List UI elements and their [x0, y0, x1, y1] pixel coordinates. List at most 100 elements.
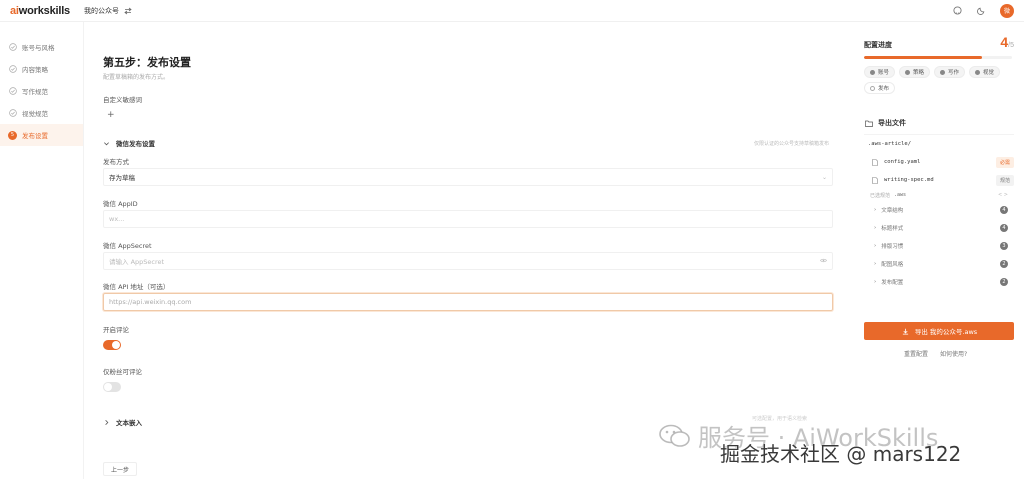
chevron-right-icon: ›	[874, 279, 877, 285]
top-bar: aiworkskills 我的公众号 微	[0, 0, 1024, 22]
tree-file[interactable]: config.yaml 必需	[864, 153, 1014, 171]
tree-root: .aws-article/	[868, 141, 912, 147]
text-embed-section-toggle[interactable]: 文本嵌入	[103, 417, 142, 427]
check-icon	[905, 69, 911, 75]
sidebar-item-publish[interactable]: 5 发布设置	[0, 124, 83, 146]
wechat-section-toggle[interactable]: 微信发布设置	[103, 138, 155, 148]
step-number-badge: 5	[8, 130, 17, 140]
appsecret-placeholder: 请输入 AppSecret	[109, 258, 165, 266]
eye-icon[interactable]	[820, 258, 827, 265]
chip-visual[interactable]: 视觉	[969, 66, 1001, 78]
sidebar-item-account[interactable]: 账号与风格	[0, 36, 83, 58]
file-tag: 规范	[995, 174, 1014, 186]
count-badge: 2	[1000, 278, 1008, 286]
sidebar-item-visual[interactable]: 视觉规范	[0, 102, 83, 124]
tree-group[interactable]: › 标题样式 4	[864, 219, 1014, 237]
tree-subheader: 已选规范 .aws < >	[864, 189, 1014, 201]
sidebar-item-label: 写作规范	[22, 88, 48, 96]
chevron-right-icon: ›	[874, 225, 877, 231]
wechat-logo-icon	[659, 424, 690, 447]
tree-group[interactable]: › 排版习惯 3	[864, 237, 1014, 255]
text-embed-section-title: 文本嵌入	[116, 419, 142, 427]
expand-collapse-icon[interactable]: < >	[998, 192, 1014, 198]
count-badge: 3	[1000, 242, 1008, 250]
credit-text: 掘金技术社区 @ mars122	[720, 442, 962, 466]
avatar[interactable]: 微	[1000, 3, 1014, 18]
github-icon[interactable]	[952, 6, 962, 16]
comments-toggle[interactable]	[103, 340, 121, 350]
comments-label: 开启评论	[103, 326, 129, 334]
tree-group[interactable]: › 发布配置 2	[864, 273, 1014, 291]
chip-account[interactable]: 账号	[864, 66, 896, 78]
sidebar-item-label: 账号与风格	[22, 44, 55, 52]
appid-input[interactable]: wx...	[103, 210, 833, 228]
page-title: 第五步：发布设置	[103, 56, 191, 69]
appid-placeholder: wx...	[109, 215, 125, 223]
file-icon	[870, 157, 880, 167]
tree-group[interactable]: › 文章结构 4	[864, 201, 1014, 219]
chip-writing[interactable]: 写作	[934, 66, 966, 78]
tree-file[interactable]: writing-spec.md 规范	[864, 171, 1014, 189]
export-title: 导出文件	[864, 118, 906, 128]
sidebar-item-strategy[interactable]: 内容策略	[0, 58, 83, 80]
dark-mode-icon[interactable]	[976, 6, 986, 16]
chevron-right-icon: ›	[874, 207, 877, 213]
count-badge: 4	[1000, 224, 1008, 232]
count-badge: 2	[1000, 260, 1008, 268]
page-subtitle: 配置草稿箱的发布方式。	[103, 74, 170, 81]
progress-panel: 配置进度 4/5 账号 策略 写作 视觉 发布 导出文件 .aws-articl…	[864, 22, 1014, 479]
reset-config-link[interactable]: 重置配置	[904, 349, 928, 358]
tree-group[interactable]: › 配图风格 2	[864, 255, 1014, 273]
chevron-down-icon	[103, 139, 111, 147]
chip-strategy[interactable]: 策略	[899, 66, 931, 78]
check-icon	[975, 69, 981, 75]
wechat-section-title: 微信发布设置	[116, 140, 155, 148]
sidebar-item-writing[interactable]: 写作规范	[0, 80, 83, 102]
app-logo[interactable]: aiworkskills	[10, 5, 70, 17]
progress-count: 4/5	[1000, 34, 1014, 50]
check-icon	[8, 109, 17, 118]
steps-sidebar: 账号与风格 内容策略 写作规范 视觉规范 5 发布设置	[0, 22, 84, 479]
file-tag: 必需	[995, 156, 1014, 168]
prev-step-button[interactable]: 上一步	[103, 462, 137, 476]
publish-mode-select[interactable]: 存为草稿 ⌄	[103, 168, 833, 186]
fans-only-label: 仅粉丝可评论	[103, 368, 142, 376]
api-url-placeholder: https://api.weixin.qq.com	[109, 298, 192, 306]
publish-mode-label: 发布方式	[103, 158, 129, 166]
check-icon	[8, 43, 17, 52]
check-icon	[940, 69, 946, 75]
api-url-input[interactable]: https://api.weixin.qq.com	[103, 293, 833, 311]
swap-icon	[123, 6, 133, 16]
chevron-right-icon: ›	[874, 261, 877, 267]
publish-mode-value: 存为草稿	[109, 174, 135, 182]
pending-circle-icon	[870, 85, 875, 91]
toggle-knob	[104, 383, 112, 391]
progress-fill	[864, 56, 983, 59]
add-keyword-button[interactable]: +	[107, 110, 115, 120]
api-url-label: 微信 API 地址（可选）	[103, 283, 170, 291]
project-switcher[interactable]: 我的公众号	[84, 6, 133, 16]
appid-label: 微信 AppID	[103, 200, 138, 208]
export-file-tree: .aws-article/ config.yaml 必需 writing-spe…	[864, 134, 1014, 291]
wechat-section-hint: 仅限认证的公众号支持草稿箱发布	[753, 141, 829, 147]
check-icon	[8, 87, 17, 96]
project-name: 我的公众号	[83, 6, 119, 15]
toggle-knob	[112, 341, 120, 349]
progress-bar	[864, 56, 1012, 59]
chevron-right-icon: ›	[874, 243, 877, 249]
help-link[interactable]: 如何使用?	[940, 349, 967, 358]
panel-links: 重置配置 如何使用?	[904, 349, 967, 358]
chevron-down-icon: ⌄	[821, 173, 827, 181]
chevron-right-icon	[103, 418, 111, 426]
check-icon	[870, 69, 875, 75]
appsecret-input[interactable]: 请输入 AppSecret	[103, 252, 833, 270]
sidebar-item-label: 发布设置	[22, 132, 48, 140]
export-button[interactable]: 导出 我的公众号.aws	[864, 322, 1014, 340]
sidebar-item-label: 视觉规范	[22, 110, 48, 118]
count-badge: 4	[1000, 206, 1008, 214]
chip-publish[interactable]: 发布	[864, 82, 896, 94]
main-content: 第五步：发布设置 配置草稿箱的发布方式。 自定义敏感词 + 微信发布设置 仅限认…	[103, 22, 833, 479]
progress-title: 配置进度	[864, 41, 892, 49]
fans-only-toggle[interactable]	[103, 382, 121, 392]
check-icon	[8, 65, 17, 74]
